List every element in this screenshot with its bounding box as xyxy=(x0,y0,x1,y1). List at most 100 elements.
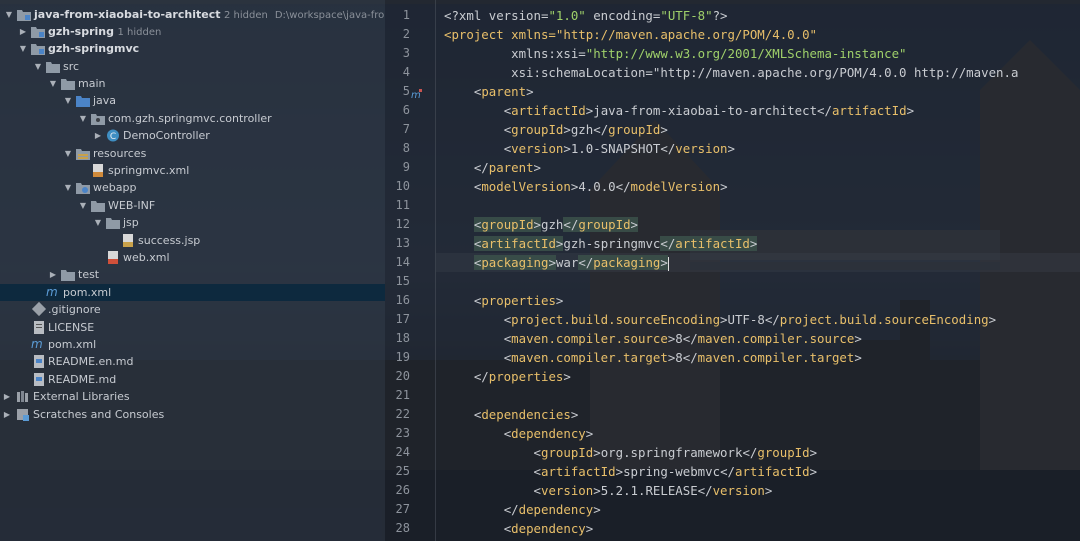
tree-item-license[interactable]: LICENSE xyxy=(0,319,385,336)
tree-item-java[interactable]: ▼ java xyxy=(0,92,385,109)
tree-item-src[interactable]: ▼ src xyxy=(0,58,385,75)
maven-parent-gutter-icon[interactable]: m xyxy=(411,88,423,100)
chevron-right-icon[interactable]: ▶ xyxy=(93,127,103,144)
code-line[interactable]: <groupId>gzh</groupId> xyxy=(444,215,638,234)
tree-item-root-pom-xml[interactable]: m pom.xml xyxy=(0,336,385,353)
code-line[interactable]: <version>1.0-SNAPSHOT</version> xyxy=(444,139,735,158)
chevron-right-icon[interactable]: ▶ xyxy=(48,266,58,283)
tree-item-success-jsp[interactable]: success.jsp xyxy=(0,232,385,249)
chevron-right-icon[interactable]: ▶ xyxy=(18,23,28,40)
chevron-down-icon[interactable]: ▼ xyxy=(18,40,28,57)
code-line[interactable]: <artifactId>spring-webmvc</artifactId> xyxy=(444,462,818,481)
code-line[interactable]: <dependencies> xyxy=(444,405,578,424)
code-line[interactable]: <artifactId>java-from-xiaobai-to-archite… xyxy=(444,101,914,120)
tree-item-label: resources xyxy=(93,147,147,160)
line-number: 28 xyxy=(395,521,410,535)
code-line[interactable]: <packaging>war</packaging> xyxy=(444,253,669,272)
tree-item-label: main xyxy=(78,77,106,90)
tree-item-web-xml[interactable]: web.xml xyxy=(0,249,385,266)
tree-item-test[interactable]: ▶ test xyxy=(0,266,385,283)
line-number: 24 xyxy=(395,445,410,459)
text-file-icon xyxy=(34,321,44,334)
code-line[interactable]: <?xml version="1.0" encoding="UTF-8"?> xyxy=(444,6,728,25)
line-number: 15 xyxy=(395,274,410,288)
module-folder-icon xyxy=(17,10,31,21)
line-number: 10 xyxy=(395,179,410,193)
chevron-down-icon[interactable]: ▼ xyxy=(63,145,73,162)
code-line[interactable]: <parent> xyxy=(444,82,534,101)
line-number: 16 xyxy=(395,293,410,307)
tree-item-main[interactable]: ▼ main xyxy=(0,75,385,92)
code-line[interactable]: <maven.compiler.target>8</maven.compiler… xyxy=(444,348,862,367)
line-number-gutter: 1 2 3 4 5 6 7 8 9 10 11 12 13 14 15 16 17 18 19 20 21 22 23 24 2… xyxy=(385,0,435,541)
tree-item-springmvc-xml[interactable]: springmvc.xml xyxy=(0,162,385,179)
code-line[interactable]: <groupId>org.springframework</groupId> xyxy=(444,443,818,462)
chevron-down-icon[interactable]: ▼ xyxy=(93,214,103,231)
tree-item-webapp[interactable]: ▼ webapp xyxy=(0,179,385,196)
folder-icon xyxy=(61,270,75,281)
code-line[interactable]: xmlns:xsi="http://www.w3.org/2001/XMLSch… xyxy=(444,44,906,63)
code-line[interactable]: <project xmlns="http://maven.apache.org/… xyxy=(444,25,817,44)
tree-item-label: WEB-INF xyxy=(108,199,156,212)
tree-item-readme[interactable]: README.md xyxy=(0,371,385,388)
chevron-down-icon[interactable]: ▼ xyxy=(63,92,73,109)
tree-item-scratches[interactable]: ▶ Scratches and Consoles xyxy=(0,406,385,423)
web-folder-icon xyxy=(76,183,90,194)
xml-file-icon xyxy=(108,251,118,264)
tree-item-gzh-spring[interactable]: ▶ gzh-spring 1 hidden xyxy=(0,23,385,40)
code-line[interactable]: <dependency> xyxy=(444,424,594,443)
tree-item-label: springmvc.xml xyxy=(108,164,190,177)
chevron-down-icon[interactable]: ▼ xyxy=(63,179,73,196)
code-line[interactable]: </parent> xyxy=(444,158,541,177)
project-tree-panel[interactable]: ▼ java-from-xiaobai-to-architect 2 hidde… xyxy=(0,0,385,541)
tree-item-gzh-springmvc[interactable]: ▼ gzh-springmvc xyxy=(0,40,385,57)
code-line[interactable]: xsi:schemaLocation="http://maven.apache.… xyxy=(444,63,1018,82)
code-line[interactable]: </properties> xyxy=(444,367,571,386)
tree-item-label: LICENSE xyxy=(48,321,95,334)
hidden-count: 2 hidden xyxy=(223,10,268,21)
chevron-right-icon[interactable]: ▶ xyxy=(2,406,12,423)
code-line[interactable]: </dependency> xyxy=(444,500,601,519)
tree-item-democontroller[interactable]: ▶ C DemoController xyxy=(0,127,385,144)
chevron-down-icon[interactable]: ▼ xyxy=(33,58,43,75)
maven-icon: m xyxy=(46,285,58,299)
tree-item-root-module[interactable]: ▼ java-from-xiaobai-to-architect 2 hidde… xyxy=(0,6,385,23)
code-line[interactable]: <modelVersion>4.0.0</modelVersion> xyxy=(444,177,728,196)
jsp-file-icon xyxy=(123,234,133,247)
tree-item-label: .gitignore xyxy=(48,303,101,316)
line-number: 26 xyxy=(395,483,410,497)
tree-item-external-libraries[interactable]: ▶ External Libraries xyxy=(0,388,385,405)
chevron-down-icon[interactable]: ▼ xyxy=(78,110,88,127)
line-number: 5 xyxy=(402,84,410,98)
code-line[interactable]: <properties> xyxy=(444,291,564,310)
tree-item-label: Scratches and Consoles xyxy=(33,408,165,421)
tree-item-label: gzh-springmvc xyxy=(48,42,140,55)
tree-item-label: jsp xyxy=(123,216,139,229)
code-editor[interactable]: 1 2 3 4 5 6 7 8 9 10 11 12 13 14 15 16 17 18 19 20 21 22 23 24 2… xyxy=(385,0,1080,541)
tree-item-readme-en[interactable]: README.en.md xyxy=(0,353,385,370)
libraries-icon xyxy=(17,391,28,402)
code-line[interactable]: <project.build.sourceEncoding>UTF-8</pro… xyxy=(444,310,996,329)
tree-item-module-pom-xml[interactable]: m pom.xml xyxy=(0,284,385,301)
chevron-down-icon[interactable]: ▼ xyxy=(4,6,14,23)
tree-item-package[interactable]: ▼ com.gzh.springmvc.controller xyxy=(0,110,385,127)
chevron-right-icon[interactable]: ▶ xyxy=(2,388,12,405)
code-line[interactable]: <maven.compiler.source>8</maven.compiler… xyxy=(444,329,862,348)
tree-item-label: test xyxy=(78,268,100,281)
hidden-count: 1 hidden xyxy=(117,27,162,38)
tree-item-gitignore[interactable]: .gitignore xyxy=(0,301,385,318)
code-line[interactable]: <groupId>gzh</groupId> xyxy=(444,120,668,139)
code-line[interactable]: <dependency> xyxy=(444,519,594,538)
chevron-down-icon[interactable]: ▼ xyxy=(78,197,88,214)
tree-item-label: src xyxy=(63,60,80,73)
chevron-down-icon[interactable]: ▼ xyxy=(48,75,58,92)
line-number: 6 xyxy=(402,103,410,117)
line-number: 17 xyxy=(395,312,410,326)
maven-icon: m xyxy=(31,337,43,351)
code-line[interactable]: <artifactId>gzh-springmvc</artifactId> xyxy=(444,234,758,253)
tree-item-web-inf[interactable]: ▼ WEB-INF xyxy=(0,197,385,214)
code-line[interactable]: <version>5.2.1.RELEASE</version> xyxy=(444,481,773,500)
source-folder-icon xyxy=(76,96,90,107)
tree-item-jsp[interactable]: ▼ jsp xyxy=(0,214,385,231)
tree-item-resources[interactable]: ▼ resources xyxy=(0,145,385,162)
